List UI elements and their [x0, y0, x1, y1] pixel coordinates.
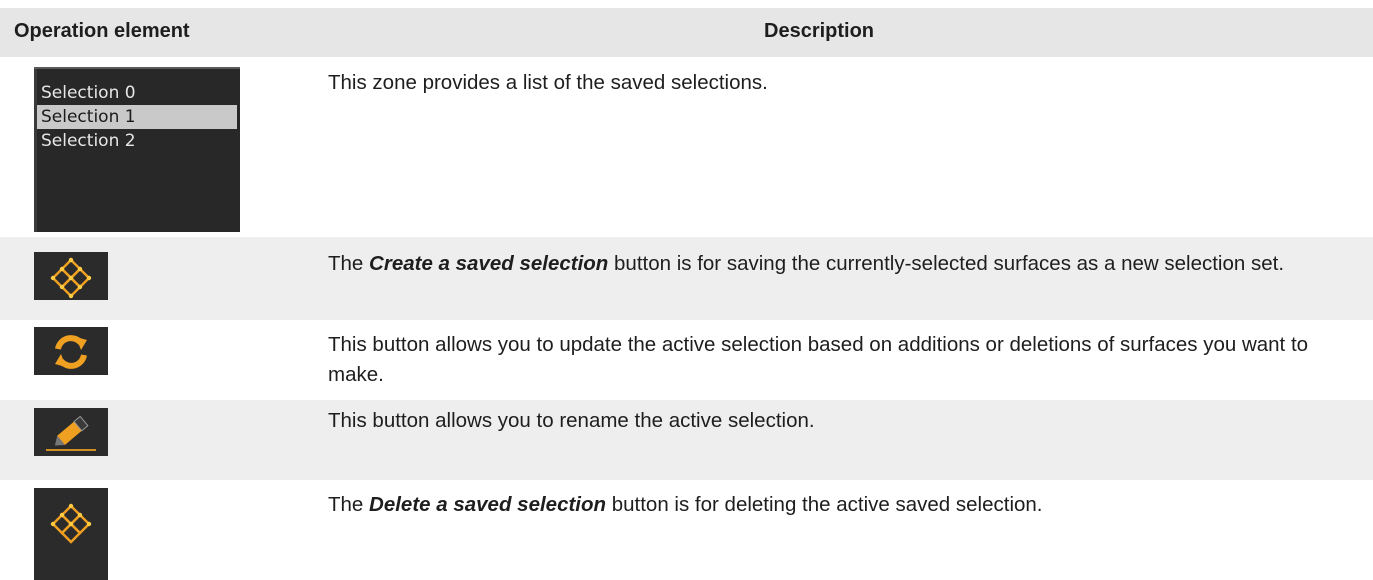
- create-saved-selection-button[interactable]: [34, 252, 108, 300]
- create-saved-selection-icon: [50, 257, 92, 299]
- row-description: The Create a saved selection button is f…: [328, 249, 1348, 279]
- description-prefix: The: [328, 252, 370, 275]
- description-suffix: button is for deleting the active saved …: [606, 493, 1043, 516]
- rename-selection-icon: [46, 415, 96, 451]
- row-description: The Delete a saved selection button is f…: [328, 490, 1368, 520]
- row-description: This zone provides a list of the saved s…: [328, 71, 768, 94]
- operation-table: Operation element Description Selection …: [0, 0, 1373, 580]
- saved-selections-list[interactable]: Selection 0 Selection 1 Selection 2: [34, 67, 240, 232]
- delete-saved-selection-button[interactable]: [34, 488, 108, 580]
- rename-selection-button[interactable]: [34, 408, 108, 456]
- row-description: This button allows you to rename the act…: [328, 409, 815, 432]
- description-suffix: button is for saving the currently-selec…: [608, 252, 1285, 275]
- row-description: This button allows you to update the act…: [328, 333, 1309, 386]
- delete-saved-selection-icon: [50, 503, 92, 544]
- list-item-selected[interactable]: Selection 1: [37, 105, 237, 129]
- column-header-element: Operation element: [14, 20, 190, 42]
- update-selection-button[interactable]: [34, 327, 108, 375]
- description-prefix: The: [328, 493, 370, 516]
- description-emphasis: Create a saved selection: [369, 252, 609, 275]
- column-header-description: Description: [764, 20, 875, 42]
- list-item[interactable]: Selection 0: [37, 81, 237, 105]
- description-emphasis: Delete a saved selection: [369, 493, 607, 516]
- table-header: Operation element Description: [0, 8, 1373, 57]
- list-item[interactable]: Selection 2: [37, 129, 237, 153]
- update-selection-icon: [55, 335, 87, 369]
